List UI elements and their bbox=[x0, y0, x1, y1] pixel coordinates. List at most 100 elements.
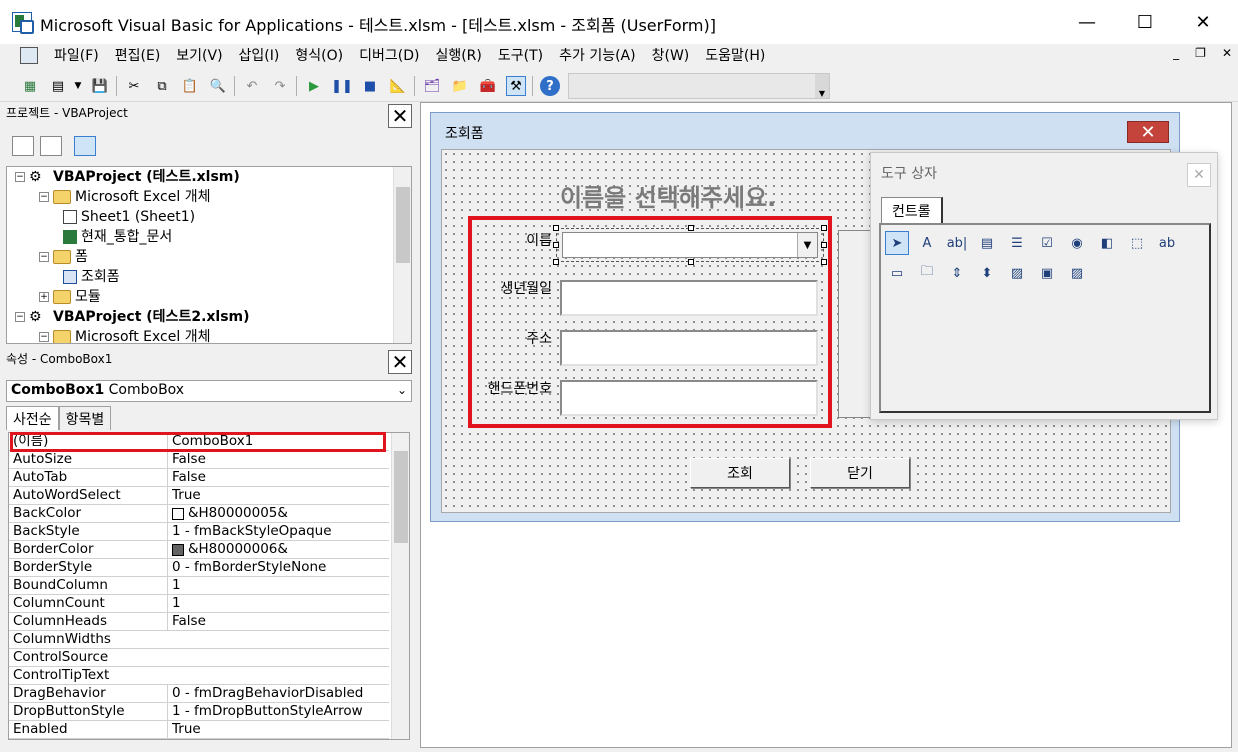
tree-item[interactable]: − Microsoft Excel 개체 bbox=[39, 187, 210, 207]
properties-grid[interactable]: (이름) ComboBox1 AutoSize False AutoTab False Au… bbox=[8, 432, 410, 740]
redo-icon[interactable]: ↷ bbox=[270, 76, 290, 96]
image2-icon[interactable]: ▨ bbox=[1065, 261, 1089, 285]
property-value-cell[interactable]: True bbox=[167, 721, 387, 738]
menu-item-9[interactable]: 창(W) bbox=[644, 46, 698, 66]
tree-item[interactable]: − ⚙ VBAProject (테스트.xlsm) bbox=[15, 167, 240, 187]
toolbox-window[interactable]: 도구 상자 ✕ 컨트롤 ➤ Aab| ▤ ☰ ☑ ◉ ◧ ⬚ ab ▭ 🗀 ⇕ ⬍ ▨ ▣ ▨ bbox=[870, 152, 1218, 420]
tree-item[interactable]: 현재_통합_문서 bbox=[63, 227, 172, 247]
mdi-minimize-button[interactable]: _ bbox=[1173, 46, 1179, 60]
close-form-button[interactable]: 닫기 bbox=[810, 458, 910, 488]
tree-item[interactable]: − ⚙ VBAProject (테스트2.xlsm) bbox=[15, 307, 250, 327]
tree-expander-icon[interactable]: − bbox=[39, 192, 49, 202]
project-tree[interactable]: − ⚙ VBAProject (테스트.xlsm) − Microsoft Excel … bbox=[6, 166, 412, 344]
menu-item-3[interactable]: 삽입(I) bbox=[231, 46, 288, 66]
property-value-cell[interactable]: False bbox=[167, 469, 387, 486]
property-row[interactable]: DropButtonStyle 1 - fmDropButtonStyleArro… bbox=[9, 703, 389, 721]
chevron-down-icon[interactable]: ▼ bbox=[815, 74, 829, 98]
tree-expander-icon[interactable]: − bbox=[15, 172, 25, 182]
spinbutton-icon[interactable]: ⬍ bbox=[975, 261, 999, 285]
property-row[interactable]: AutoWordSelect True bbox=[9, 487, 389, 505]
excel-icon[interactable]: ▦ bbox=[20, 76, 40, 96]
frame-icon[interactable]: ⬚ bbox=[1125, 231, 1149, 255]
menu-item-8[interactable]: 추가 기능(A) bbox=[551, 46, 643, 66]
insert-dropdown-icon[interactable]: ▼ bbox=[68, 76, 88, 96]
tree-item[interactable]: Sheet1 (Sheet1) bbox=[63, 207, 195, 227]
menu-item-7[interactable]: 도구(T) bbox=[490, 46, 551, 66]
optionbutton-icon[interactable]: ◉ bbox=[1065, 231, 1089, 255]
property-value-cell[interactable]: ComboBox1 bbox=[167, 433, 387, 450]
toolbox-close-button[interactable]: ✕ bbox=[1187, 163, 1211, 187]
reset-icon[interactable]: ■ bbox=[360, 76, 380, 96]
property-row[interactable]: AutoTab False bbox=[9, 469, 389, 487]
toolbox-icon[interactable]: ⚒ bbox=[506, 76, 526, 96]
tree-item[interactable]: − Microsoft Excel 개체 bbox=[39, 327, 210, 343]
scrollbar-icon[interactable]: ⇕ bbox=[945, 261, 969, 285]
chevron-down-icon[interactable]: ⌄ bbox=[397, 383, 407, 397]
tree-item[interactable]: − 폼 bbox=[39, 247, 88, 267]
property-row[interactable]: BoundColumn 1 bbox=[9, 577, 389, 595]
project-explorer-icon[interactable]: 🗂 bbox=[422, 76, 442, 96]
view-code-icon[interactable] bbox=[12, 136, 34, 156]
menu-item-1[interactable]: 편집(E) bbox=[107, 46, 169, 66]
close-button[interactable]: ✕ bbox=[1174, 0, 1232, 44]
undo-icon[interactable]: ↶ bbox=[242, 76, 262, 96]
cut-icon[interactable]: ✂ bbox=[124, 76, 144, 96]
property-row[interactable]: BorderStyle 0 - fmBorderStyleNone bbox=[9, 559, 389, 577]
menu-item-6[interactable]: 실행(R) bbox=[427, 46, 489, 66]
search-button[interactable]: 조회 bbox=[690, 458, 790, 488]
tree-expander-icon[interactable]: − bbox=[39, 332, 49, 342]
property-value-cell[interactable]: True bbox=[167, 487, 387, 504]
property-row[interactable]: ControlSource bbox=[9, 649, 389, 667]
userform-close-button[interactable]: ✕ bbox=[1127, 121, 1169, 143]
property-row[interactable]: BackColor &H80000005& bbox=[9, 505, 389, 523]
tree-expander-icon[interactable]: + bbox=[39, 292, 49, 302]
property-value-cell[interactable]: 1 - fmDropButtonStyleArrow bbox=[167, 703, 387, 720]
tree-expander-icon[interactable]: − bbox=[15, 312, 25, 322]
tab-controls[interactable]: 컨트롤 bbox=[881, 197, 943, 224]
paste-icon[interactable]: 📋 bbox=[180, 76, 200, 96]
tree-expander-icon[interactable]: − bbox=[39, 252, 49, 262]
properties-panel-close-button[interactable]: ✕ bbox=[388, 350, 412, 374]
document-control-icon[interactable] bbox=[20, 47, 38, 64]
combobox-icon[interactable]: ▤ bbox=[975, 231, 999, 255]
maximize-button[interactable]: ☐ bbox=[1116, 0, 1174, 44]
mdi-restore-button[interactable]: ❐ bbox=[1195, 46, 1206, 60]
property-value-cell[interactable]: 0 - fmBorderStyleNone bbox=[167, 559, 387, 576]
find-icon[interactable]: 🔍 bbox=[208, 76, 228, 96]
property-row[interactable]: ColumnCount 1 bbox=[9, 595, 389, 613]
view-object-icon[interactable] bbox=[40, 136, 62, 156]
minimize-button[interactable]: — bbox=[1058, 0, 1116, 44]
help-icon[interactable]: ? bbox=[540, 76, 560, 96]
property-row[interactable]: BackStyle 1 - fmBackStyleOpaque bbox=[9, 523, 389, 541]
menu-item-4[interactable]: 형식(O) bbox=[287, 46, 351, 66]
property-row[interactable]: Enabled True bbox=[9, 721, 389, 739]
toggle-folders-icon[interactable] bbox=[74, 136, 96, 156]
properties-icon[interactable]: 📁 bbox=[450, 76, 470, 96]
design-mode-icon[interactable]: 📐 bbox=[388, 76, 408, 96]
tab-alphabetic[interactable]: 사전순 bbox=[6, 406, 59, 430]
object-selector[interactable]: ComboBox1 ComboBox ⌄ bbox=[6, 380, 412, 402]
copy-icon[interactable]: ⧉ bbox=[152, 76, 172, 96]
property-value-cell[interactable]: 0 - fmDragBehaviorDisabled bbox=[167, 685, 387, 702]
property-value-cell[interactable]: 1 bbox=[167, 595, 387, 612]
property-value-cell[interactable]: 1 - fmBackStyleOpaque bbox=[167, 523, 387, 540]
property-row[interactable]: DragBehavior 0 - fmDragBehaviorDisabled bbox=[9, 685, 389, 703]
property-value-cell[interactable]: 1 bbox=[167, 577, 387, 594]
property-row[interactable]: AutoSize False bbox=[9, 451, 389, 469]
properties-scrollbar[interactable] bbox=[391, 433, 409, 739]
project-tree-scrollbar[interactable] bbox=[393, 167, 411, 343]
property-row[interactable]: ColumnWidths bbox=[9, 631, 389, 649]
property-value-cell[interactable]: False bbox=[167, 613, 387, 630]
tree-item[interactable]: + 모듈 bbox=[39, 287, 101, 307]
checkbox-icon[interactable]: ☑ bbox=[1035, 231, 1059, 255]
break-icon[interactable]: ❚❚ bbox=[331, 76, 353, 96]
property-row[interactable]: BorderColor &H80000006& bbox=[9, 541, 389, 559]
refedit-icon[interactable]: ▣ bbox=[1035, 261, 1059, 285]
tree-item[interactable]: 조회폼 bbox=[63, 267, 120, 287]
mdi-close-button[interactable]: ✕ bbox=[1222, 46, 1232, 60]
image-icon[interactable]: ▨ bbox=[1005, 261, 1029, 285]
object-browser-icon[interactable]: 🧰 bbox=[478, 76, 498, 96]
menu-item-5[interactable]: 디버그(D) bbox=[351, 46, 427, 66]
tab-categorized[interactable]: 항목별 bbox=[58, 406, 112, 430]
property-value-cell[interactable]: &H80000005& bbox=[167, 505, 387, 522]
